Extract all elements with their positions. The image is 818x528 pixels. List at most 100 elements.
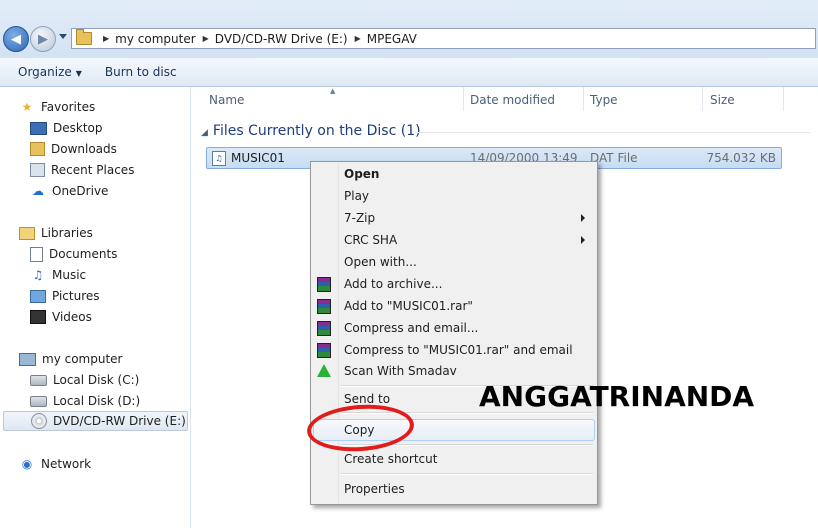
forward-button[interactable]: ▶ xyxy=(30,26,56,52)
navigation-pane: ★ Favorites Desktop Downloads Recent Pla… xyxy=(0,87,191,528)
group-divider xyxy=(415,132,810,133)
menu-item-add-to-rar[interactable]: Add to "MUSIC01.rar" xyxy=(313,297,595,317)
menu-item-7zip[interactable]: 7-Zip xyxy=(313,209,595,229)
sidebar-item-music[interactable]: ♫ Music xyxy=(30,265,87,285)
sidebar-item-label: Libraries xyxy=(41,226,93,240)
column-divider[interactable] xyxy=(783,87,784,111)
menu-item-compress-and-email[interactable]: Compress and email... xyxy=(313,319,595,339)
breadcrumb-item[interactable]: MPEGAV xyxy=(367,32,417,46)
menu-item-crc-sha[interactable]: CRC SHA xyxy=(313,231,595,251)
music-note-icon: ♫ xyxy=(32,268,44,282)
chevron-right-icon[interactable]: ▶ xyxy=(103,34,109,43)
menu-item-play[interactable]: Play xyxy=(313,187,595,207)
sidebar-item-documents[interactable]: Documents xyxy=(30,244,117,264)
sidebar-item-libraries[interactable]: Libraries xyxy=(19,223,93,243)
sort-ascending-icon: ▲ xyxy=(330,87,336,95)
menu-item-add-to-archive[interactable]: Add to archive... xyxy=(313,275,595,295)
burn-label: Burn to disc xyxy=(104,65,177,79)
sidebar-item-label: DVD/CD-RW Drive (E:) xyxy=(53,414,186,428)
menu-item-create-shortcut[interactable]: Create shortcut xyxy=(313,450,595,470)
submenu-arrow-icon xyxy=(581,214,585,222)
submenu-arrow-icon xyxy=(581,236,585,244)
group-header[interactable]: ◢ Files Currently on the Disc (1) xyxy=(201,123,421,139)
star-icon: ★ xyxy=(21,100,33,114)
menu-item-label: Open with... xyxy=(344,255,417,269)
command-bar: Organize ▼ Burn to disc xyxy=(0,58,818,87)
file-size: 754.032 KB xyxy=(706,151,776,165)
arrow-right-icon: ▶ xyxy=(38,31,48,47)
breadcrumb[interactable]: ▶ my computer ▶ DVD/CD-RW Drive (E:) ▶ M… xyxy=(71,28,816,49)
organize-label: Organize xyxy=(18,65,72,79)
cloud-icon: ☁ xyxy=(32,184,44,198)
sidebar-item-dvd-drive[interactable]: DVD/CD-RW Drive (E:) xyxy=(3,411,188,431)
organize-button[interactable]: Organize ▼ xyxy=(18,65,82,79)
burn-to-disc-button[interactable]: Burn to disc xyxy=(105,65,177,79)
watermark-text: ANGGATRINANDA xyxy=(479,380,755,413)
local-disk-icon xyxy=(30,374,47,386)
column-header-size[interactable]: Size xyxy=(710,93,735,107)
column-divider[interactable] xyxy=(702,87,703,111)
menu-item-properties[interactable]: Properties xyxy=(313,480,595,500)
folder-icon xyxy=(76,29,92,45)
chevron-down-icon: ▼ xyxy=(75,69,82,78)
menu-item-label: Properties xyxy=(344,482,405,496)
menu-item-label: Play xyxy=(344,189,370,203)
column-divider[interactable] xyxy=(583,87,584,111)
sidebar-item-local-disk-c[interactable]: Local Disk (C:) xyxy=(30,370,139,390)
breadcrumb-item[interactable]: my computer xyxy=(115,32,195,46)
group-title: Files Currently on the Disc (1) xyxy=(212,123,421,139)
sidebar-item-local-disk-d[interactable]: Local Disk (D:) xyxy=(30,391,140,411)
menu-item-label: Open xyxy=(344,167,380,181)
sidebar-item-recent-places[interactable]: Recent Places xyxy=(30,160,134,180)
winrar-icon xyxy=(317,343,331,358)
sidebar-item-onedrive[interactable]: ☁ OneDrive xyxy=(30,181,108,201)
recent-places-icon xyxy=(30,163,45,177)
column-header-name[interactable]: Name xyxy=(209,93,244,107)
menu-item-open-with[interactable]: Open with... xyxy=(313,253,595,273)
downloads-folder-icon xyxy=(30,142,45,156)
documents-icon xyxy=(30,246,43,262)
sidebar-item-label: Favorites xyxy=(41,100,96,114)
back-button[interactable]: ◀ xyxy=(3,26,29,52)
film-icon xyxy=(30,310,46,324)
menu-item-label: CRC SHA xyxy=(344,233,398,247)
context-menu: Open Play 7-Zip CRC SHA Open with... Add… xyxy=(310,161,598,505)
menu-item-label: 7-Zip xyxy=(344,211,376,225)
sidebar-item-label: Local Disk (C:) xyxy=(53,373,140,387)
chevron-right-icon[interactable]: ▶ xyxy=(355,34,361,43)
dvd-drive-icon xyxy=(31,413,47,429)
breadcrumb-item[interactable]: DVD/CD-RW Drive (E:) xyxy=(215,32,348,46)
library-icon xyxy=(19,226,35,240)
sidebar-item-desktop[interactable]: Desktop xyxy=(30,118,103,138)
dat-file-icon: ♫ xyxy=(212,151,226,166)
column-header-type[interactable]: Type xyxy=(590,93,618,107)
menu-item-label: Add to "MUSIC01.rar" xyxy=(344,299,473,313)
sidebar-item-downloads[interactable]: Downloads xyxy=(30,139,117,159)
network-icon: ◉ xyxy=(21,457,33,471)
sidebar-item-label: my computer xyxy=(42,352,123,366)
sidebar-item-label: Documents xyxy=(49,247,118,261)
menu-item-label: Create shortcut xyxy=(344,452,438,466)
sidebar-item-label: Network xyxy=(41,457,92,471)
column-divider[interactable] xyxy=(463,87,464,111)
sidebar-item-videos[interactable]: Videos xyxy=(30,307,92,327)
winrar-icon xyxy=(317,299,331,314)
sidebar-item-network[interactable]: ◉ Network xyxy=(19,454,91,474)
chevron-right-icon[interactable]: ▶ xyxy=(203,34,209,43)
winrar-icon xyxy=(317,321,331,336)
menu-item-label: Compress to "MUSIC01.rar" and email xyxy=(344,343,573,357)
menu-separator xyxy=(341,473,593,475)
computer-icon xyxy=(19,352,36,366)
sidebar-item-label: Music xyxy=(52,268,87,282)
menu-item-scan-with-smadav[interactable]: Scan With Smadav xyxy=(313,362,595,382)
sidebar-item-label: Recent Places xyxy=(51,163,135,177)
menu-item-open[interactable]: Open xyxy=(313,165,595,185)
recent-pages-dropdown[interactable] xyxy=(59,34,67,39)
sidebar-item-favorites[interactable]: ★ Favorites xyxy=(19,97,96,117)
sidebar-item-pictures[interactable]: Pictures xyxy=(30,286,100,306)
column-header-date-modified[interactable]: Date modified xyxy=(470,93,555,107)
sidebar-item-label: Desktop xyxy=(53,121,103,135)
sidebar-item-my-computer[interactable]: my computer xyxy=(19,349,122,369)
sidebar-item-label: Pictures xyxy=(52,289,100,303)
menu-item-compress-to-rar-and-email[interactable]: Compress to "MUSIC01.rar" and email xyxy=(313,341,595,361)
